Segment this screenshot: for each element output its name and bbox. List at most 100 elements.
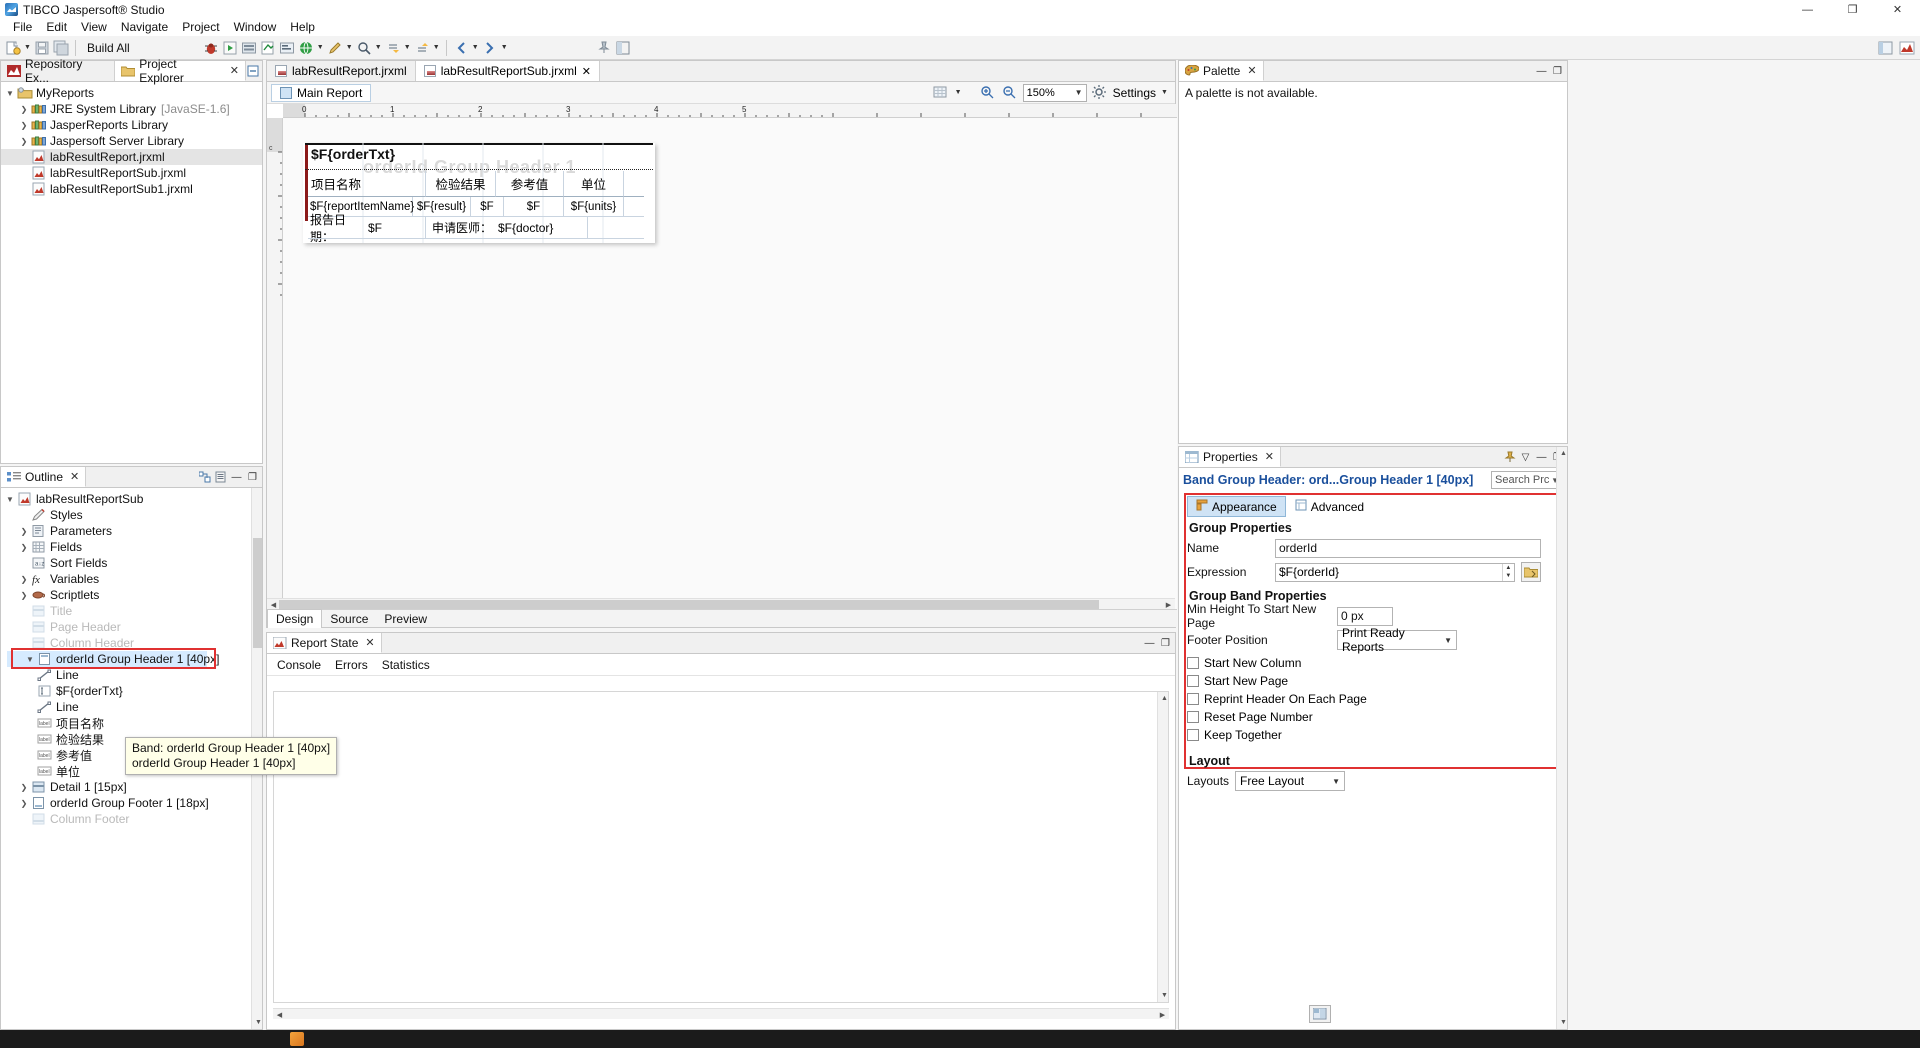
checkbox-box[interactable]	[1187, 657, 1199, 669]
tab-project-explorer[interactable]: Project Explorer ✕	[115, 57, 246, 85]
outline-item-line-2[interactable]: Line	[1, 699, 262, 715]
tree-item-myreports[interactable]: ▼ MyReports	[1, 85, 262, 101]
inner-tab-errors[interactable]: Errors	[335, 658, 368, 672]
checkbox-start-new-page[interactable]: Start New Page	[1187, 672, 1556, 690]
forward-icon[interactable]	[481, 39, 499, 57]
outline-item-labresultreportsub[interactable]: ▼ labResultReportSub	[1, 491, 262, 507]
chevron-down-icon[interactable]: ▼	[1444, 636, 1452, 645]
outline-item-parameters[interactable]: ❯ Parameters	[1, 523, 262, 539]
detail-cell-reference[interactable]: $F	[504, 197, 564, 217]
checkbox-reset-page-number[interactable]: Reset Page Number	[1187, 708, 1556, 726]
tab-report-state[interactable]: Report State ✕	[267, 633, 382, 653]
chevron-right-icon[interactable]: ❯	[17, 783, 31, 792]
tab-outline[interactable]: Outline ✕	[1, 467, 87, 487]
tab-repository-explorer[interactable]: Repository Ex...	[1, 57, 116, 85]
settings-gear-icon[interactable]	[1091, 84, 1109, 102]
ptab-appearance[interactable]: Appearance	[1187, 496, 1286, 517]
editor-tab-labresultreportsub[interactable]: labResultReportSub.jrxml ✕	[415, 61, 600, 81]
outline-item-variables[interactable]: ❯ fx Variables	[1, 571, 262, 587]
chevron-down-icon[interactable]: ▼	[254, 1018, 262, 1027]
chevron-left-icon[interactable]: ◀	[275, 1010, 284, 1019]
console-output-area[interactable]: ▲ ▼	[273, 691, 1169, 1003]
layouts-select[interactable]: Free Layout ▼	[1235, 771, 1345, 791]
scrollbar-thumb[interactable]	[253, 538, 262, 648]
header-cell-unit[interactable]: 单位	[564, 171, 624, 197]
zoom-out-icon[interactable]	[1001, 84, 1019, 102]
build-all-label[interactable]: Build All	[81, 41, 136, 55]
tab-palette[interactable]: Palette ✕	[1179, 61, 1264, 81]
pin-icon[interactable]	[1503, 451, 1516, 464]
checkbox-box[interactable]	[1187, 693, 1199, 705]
minimize-panel-button[interactable]: —	[1535, 65, 1548, 78]
expression-text-input[interactable]	[1276, 563, 1502, 581]
scrollbar-thumb[interactable]	[279, 600, 1099, 609]
tree-item-labresultreportsub-jrxml[interactable]: labResultReportSub.jrxml	[1, 165, 262, 181]
view-menu-icon[interactable]	[214, 471, 227, 484]
chevron-right-icon[interactable]: ❯	[17, 137, 31, 146]
footer-date-value[interactable]: $F	[368, 217, 426, 238]
back-dropdown-icon[interactable]: ▼	[471, 39, 480, 57]
tab-properties[interactable]: Properties ✕	[1179, 447, 1281, 467]
debug-icon[interactable]	[202, 39, 220, 57]
console-vertical-scrollbar[interactable]: ▲ ▼	[1157, 692, 1168, 1002]
close-button[interactable]: ✕	[1875, 0, 1920, 19]
grid-dropdown-icon[interactable]: ▼	[954, 84, 963, 102]
header-cell-item-name[interactable]: 项目名称	[308, 171, 426, 197]
previous-annotation-icon[interactable]	[413, 39, 431, 57]
checkbox-box[interactable]	[1187, 729, 1199, 741]
outline-item-line-1[interactable]: Line	[1, 667, 262, 683]
properties-vertical-scrollbar[interactable]: ▲ ▼	[1556, 447, 1567, 1029]
detail-cell-units[interactable]: $F{units}	[564, 197, 624, 217]
back-icon[interactable]	[452, 39, 470, 57]
chevron-down-icon[interactable]: ▼	[1072, 88, 1086, 97]
inner-tab-statistics[interactable]: Statistics	[382, 658, 430, 672]
outline-item-ordertxt-textfield[interactable]: $F{orderTxt}	[1, 683, 262, 699]
link-with-editor-icon[interactable]	[198, 471, 211, 484]
footer-position-select[interactable]: Print Ready Reports ▼	[1337, 626, 1457, 654]
outline-item-sort-fields[interactable]: a↓z Sort Fields	[1, 555, 262, 571]
search-dropdown-icon[interactable]: ▼	[374, 39, 383, 57]
chevron-right-icon[interactable]: ▶	[1164, 600, 1173, 609]
outline-item-styles[interactable]: Styles	[1, 507, 262, 523]
external-tools-icon[interactable]	[240, 39, 258, 57]
outline-item-page-header[interactable]: Page Header	[1, 619, 262, 635]
new-file-dropdown-icon[interactable]: ▼	[23, 39, 32, 57]
settings-dropdown-icon[interactable]: ▼	[1160, 84, 1169, 102]
chevron-down-icon[interactable]: ▼	[23, 655, 37, 664]
run-as-icon[interactable]	[221, 39, 239, 57]
header-cell-result[interactable]: 检验结果	[426, 171, 496, 197]
maximize-panel-button[interactable]: ❐	[246, 471, 259, 484]
detail-cell-result[interactable]: $F{result}	[413, 197, 471, 217]
minimize-panel-button[interactable]: —	[1535, 451, 1548, 464]
maximize-panel-button[interactable]: ❐	[1551, 65, 1564, 78]
chevron-up-icon[interactable]: ▲	[1559, 449, 1568, 458]
compile-icon[interactable]	[259, 39, 277, 57]
chevron-right-icon[interactable]: ❯	[17, 543, 31, 552]
previous-annotation-dropdown-icon[interactable]: ▼	[432, 39, 441, 57]
preview-icon[interactable]	[278, 39, 296, 57]
view-menu-icon[interactable]: ▽	[1519, 451, 1532, 464]
min-height-input[interactable]	[1337, 606, 1393, 626]
checkbox-keep-together[interactable]: Keep Together	[1187, 726, 1556, 744]
outline-item-column-footer[interactable]: Column Footer	[1, 811, 262, 827]
outline-item-static-text-1[interactable]: label 项目名称	[1, 715, 262, 731]
tree-item-jaspersoft-server-library[interactable]: ❯ Jaspersoft Server Library	[1, 133, 262, 149]
close-icon[interactable]: ✕	[230, 64, 239, 77]
close-icon[interactable]: ✕	[1265, 450, 1274, 463]
canvas-horizontal-scrollbar[interactable]: ◀ ▶	[267, 598, 1175, 609]
menu-project[interactable]: Project	[175, 19, 226, 36]
footer-date-label[interactable]: 报告日期：	[308, 213, 364, 244]
chevron-down-icon[interactable]: ▼	[1160, 991, 1169, 1000]
menu-help[interactable]: Help	[283, 19, 322, 36]
main-report-chip[interactable]: Main Report	[271, 83, 372, 102]
zoom-level-input[interactable]	[1023, 84, 1072, 101]
minimize-panel-button[interactable]: —	[230, 471, 243, 484]
checkbox-box[interactable]	[1187, 711, 1199, 723]
checkbox-box[interactable]	[1187, 675, 1199, 687]
menu-navigate[interactable]: Navigate	[114, 19, 175, 36]
chevron-right-icon[interactable]: ❯	[17, 591, 31, 600]
outline-item-fields[interactable]: ❯ Fields	[1, 539, 262, 555]
tab-preview[interactable]: Preview	[376, 610, 435, 628]
perspective-icon[interactable]	[614, 39, 632, 57]
new-file-icon[interactable]	[4, 39, 22, 57]
